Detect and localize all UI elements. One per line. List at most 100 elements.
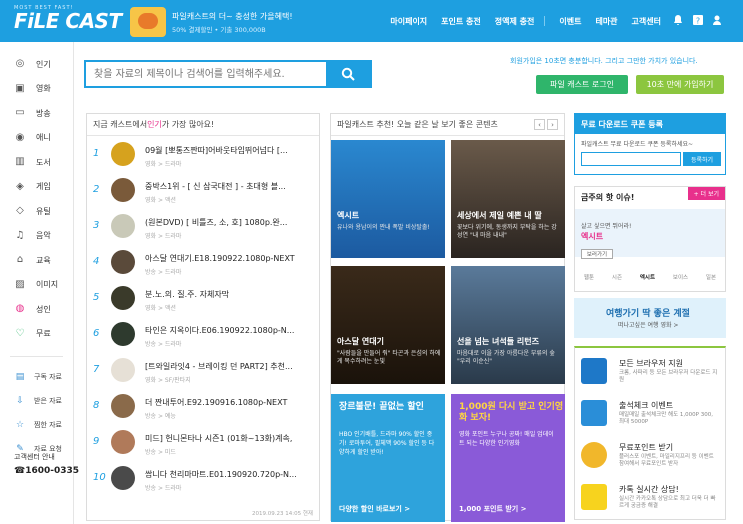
rank-category: 영화 > 액션 [145,197,176,204]
watch-button[interactable]: 보러가기 [581,249,613,259]
rank-thumbnail [111,430,135,454]
nav-flatrate-charge[interactable]: 정액제 충전 [495,16,535,27]
card-poster [451,140,565,258]
coupon-description: 파일캐스트 무료 다운로드 쿠폰 등록하세요~ [581,141,694,148]
point-ad[interactable]: 1,000원 다시 받고 인기영화 보자! 영화 포인트 누구나 공짜! 매일 … [451,394,565,522]
rank-thumbnail [111,466,135,490]
bell-icon[interactable] [671,13,685,27]
card-poster [331,266,445,384]
service-title: 카톡 실시간 상담! [619,485,679,494]
card-poster [331,140,445,258]
service-kakao-chat[interactable]: 카톡 실시간 상담! 실시간 카카오톡 상담으로 최고 더욱 더 빠르게 궁금증… [581,478,721,516]
more-button[interactable]: + 더 보기 [687,187,725,200]
sidebar-item-book[interactable]: ▥ 도서 [0,150,73,175]
content-card[interactable]: 엑시트 유나와 용남이의 짠내 폭발 비상탈출! [331,140,445,258]
search-input[interactable] [86,62,326,86]
sidebar-item-game[interactable]: ◈ 게임 [0,175,73,200]
hot-issue-heading: 금주의 핫 이슈! [581,193,635,202]
sidebar-item-anime[interactable]: ◉ 애니 [0,126,73,151]
sidebar-item-popular[interactable]: ◎ 인기 [0,52,73,77]
issue-tab-active[interactable]: 엑시트 [640,273,655,281]
service-desc: 매일매일 출석체크만 해도 1,000P 300, 최대 5000P [619,412,713,425]
sidebar-item-education[interactable]: ⌂ 교육 [0,248,73,273]
sidebar-sub-downloaded[interactable]: ⇩ 받은 자료 [0,389,73,413]
sidebar-item-adult[interactable]: ◍ 성인 [0,297,73,322]
ranking-row[interactable]: 6 타인은 지옥이다.E06.190922.1080p-N... 방송 > 드라마 [87,318,319,354]
rank-category: 방송 > 드라마 [145,485,182,492]
discount-ad[interactable]: 장르불문! 끝없는 할인 HBO 인기배틀, 드라마 90% 할인 중기! 로마… [331,394,445,522]
content-card[interactable]: 세상에서 제일 예쁜 내 딸 꽃보다 위기에, 동생까지 부탁을 하는 강성연 … [451,140,565,258]
logo-text: FiLE CAST [14,9,122,33]
ranking-row[interactable]: 5 분.노.의. 질.주. 자체자막 영화 > 액션 [87,282,319,318]
sidebar-item-utility[interactable]: ◇ 유틸 [0,199,73,224]
ranking-row[interactable]: 4 아스달 연대기.E18.190922.1080p-NEXT 방송 > 드라마 [87,246,319,282]
calendar-check-icon [581,400,607,426]
ranking-row[interactable]: 2 중박스1위 - [ 신 삼국대전 ] - 초대형 블... 영화 > 액션 [87,174,319,210]
ranking-row[interactable]: 8 더 짠내투어.E92.190916.1080p-NEXT 방송 > 예능 [87,390,319,426]
ranking-row[interactable]: 10 쌉니다 천리마마트.E01.190920.720p-N... 방송 > 드라마 [87,462,319,498]
sidebar-item-label: 유틸 [36,206,51,216]
ranking-row[interactable]: 7 [트와일라잇4 - 브레이킹 던 PART2] 추천... 영화 > SF/판타… [87,354,319,390]
search-button[interactable] [326,62,370,86]
rank-number: 6 [93,328,100,339]
rank-title: 미드] 헌니몬타나 시즌1 (01화~13화)계속, [145,434,293,443]
login-button[interactable]: 파일 캐스트 로그인 [536,75,628,94]
ranking-row[interactable]: 1 09월 [뽀통즈짠따]어바웃타임뛰어넘다 [... 영화 > 드라마 [87,138,319,174]
ranking-row[interactable]: 9 미드] 헌니몬타나 시즌1 (01화~13화)계속, 방송 > 미드 [87,426,319,462]
coupon-register-button[interactable]: 등록하기 [683,152,721,166]
ad-link[interactable]: 1,000 포인트 받기 > [459,504,527,514]
sidebar-item-music[interactable]: ♫ 음악 [0,224,73,249]
sidebar-item-image[interactable]: ▨ 이미지 [0,273,73,298]
nav-point-charge[interactable]: 포인트 충전 [441,16,481,27]
recommend-panel: 파일캐스트 추천! 오늘 같은 날 보기 좋은 콘텐츠 ‹ › 엑시트 유나와 … [330,113,565,522]
sidebar-item-label: 도서 [36,157,51,167]
user-settings-icon[interactable] [711,13,725,27]
ad-title: 1,000원 다시 받고 인기영화 보자! [459,402,564,423]
content-card[interactable]: 선을 넘는 녀석들 리턴즈 마음대로 이을 가장 아름다운 부류의 숲 "우리 … [451,266,565,384]
chevron-left-icon[interactable]: ‹ [534,119,545,130]
help-icon[interactable]: ? [691,13,705,27]
coin-icon [581,442,607,468]
sidebar-item-broadcast[interactable]: ▭ 방송 [0,101,73,126]
search-bar [84,60,372,88]
travel-banner[interactable]: 여행가기 딱 좋은 계절 떠나고싶은 여행 영화 > [574,298,726,338]
issue-tab[interactable]: 웹툰 [584,273,594,281]
nav-event[interactable]: 이벤트 [559,16,581,27]
nav-customer-center[interactable]: 고객센터 [632,16,661,27]
ranking-heading-highlight: 인기 [147,120,162,129]
chevron-right-icon[interactable]: › [547,119,558,130]
logo[interactable]: MOST BEST FAST! FiLE CAST [14,5,122,31]
sidebar-item-movie[interactable]: ▣ 영화 [0,77,73,102]
issue-tab[interactable]: 시즌 [612,273,622,281]
ranking-row[interactable]: 3 (원본DVD) [ 비틀즈, 소, 호] 1080p.완... 영화 > 드라마 [87,210,319,246]
nav-theme[interactable]: 테마관 [595,16,617,27]
services-box: 모든 브라우저 지원 크롬, 사파리 등 모든 브라우저 다운로드 지원 출석체… [574,346,726,520]
coupon-heading: 무료 다운로드 쿠폰 등록 [575,114,725,134]
issue-tab[interactable]: 보이스 [673,273,688,281]
hot-issue-box: 금주의 핫 이슈! + 더 보기 살고 싶으면 뛰어라! 엑시트 보러가기 웹툰… [574,186,726,292]
card-title: 세상에서 제일 예쁜 내 딸 [457,211,542,220]
sidebar-sub-purchased[interactable]: ▤ 구독 자료 [0,365,73,389]
ranking-heading: 지금 캐스트에서 인기 가 가장 많아요! [87,114,319,136]
issue-tab[interactable]: 일본 [706,273,716,281]
rank-category: 영화 > 드라마 [145,233,182,240]
travel-link[interactable]: 떠나고싶은 여행 영화 > [618,320,678,329]
sidebar-sub-label: 받은 자료 [34,397,62,405]
service-free-points[interactable]: 무료포인트 받기 플러스포 이벤트, 마일리지프리 등 이벤트 참여해서 무료포… [581,436,721,474]
service-browser[interactable]: 모든 브라우저 지원 크롬, 사파리 등 모든 브라우저 다운로드 지원 [581,352,721,390]
ad-link[interactable]: 다양한 할인 바로보기 > [339,504,410,514]
sidebar-sub-bookmarked[interactable]: ☆ 찜한 자료 [0,413,73,437]
content-card[interactable]: 아스달 연대기 "사람들을 만들어 줘" 타곤과 은섬의 하에게 복수하려는 눈… [331,266,445,384]
nav-mypage[interactable]: 마이페이지 [390,16,427,27]
promo-banner[interactable]: 파일캐스트의 더~ 충성한 가을혜택! 50% 결제할인 • 기출 300,00… [130,7,310,37]
coupon-input[interactable] [581,152,681,166]
join-button[interactable]: 10초 만에 가입하기 [636,75,724,94]
service-attendance[interactable]: 출석체크 이벤트 매일매일 출석체크만 해도 1,000P 300, 최대 50… [581,394,721,432]
target-icon: ◎ [15,58,25,70]
bookmark-icon: ☆ [15,420,25,430]
purchase-icon: ▤ [15,372,25,382]
hot-issue-title: 엑시트 [581,232,604,241]
sidebar-item-free[interactable]: ♡ 무료 [0,322,73,347]
rank-number: 1 [93,148,100,159]
ranking-heading-pre: 지금 캐스트에서 [93,120,148,129]
